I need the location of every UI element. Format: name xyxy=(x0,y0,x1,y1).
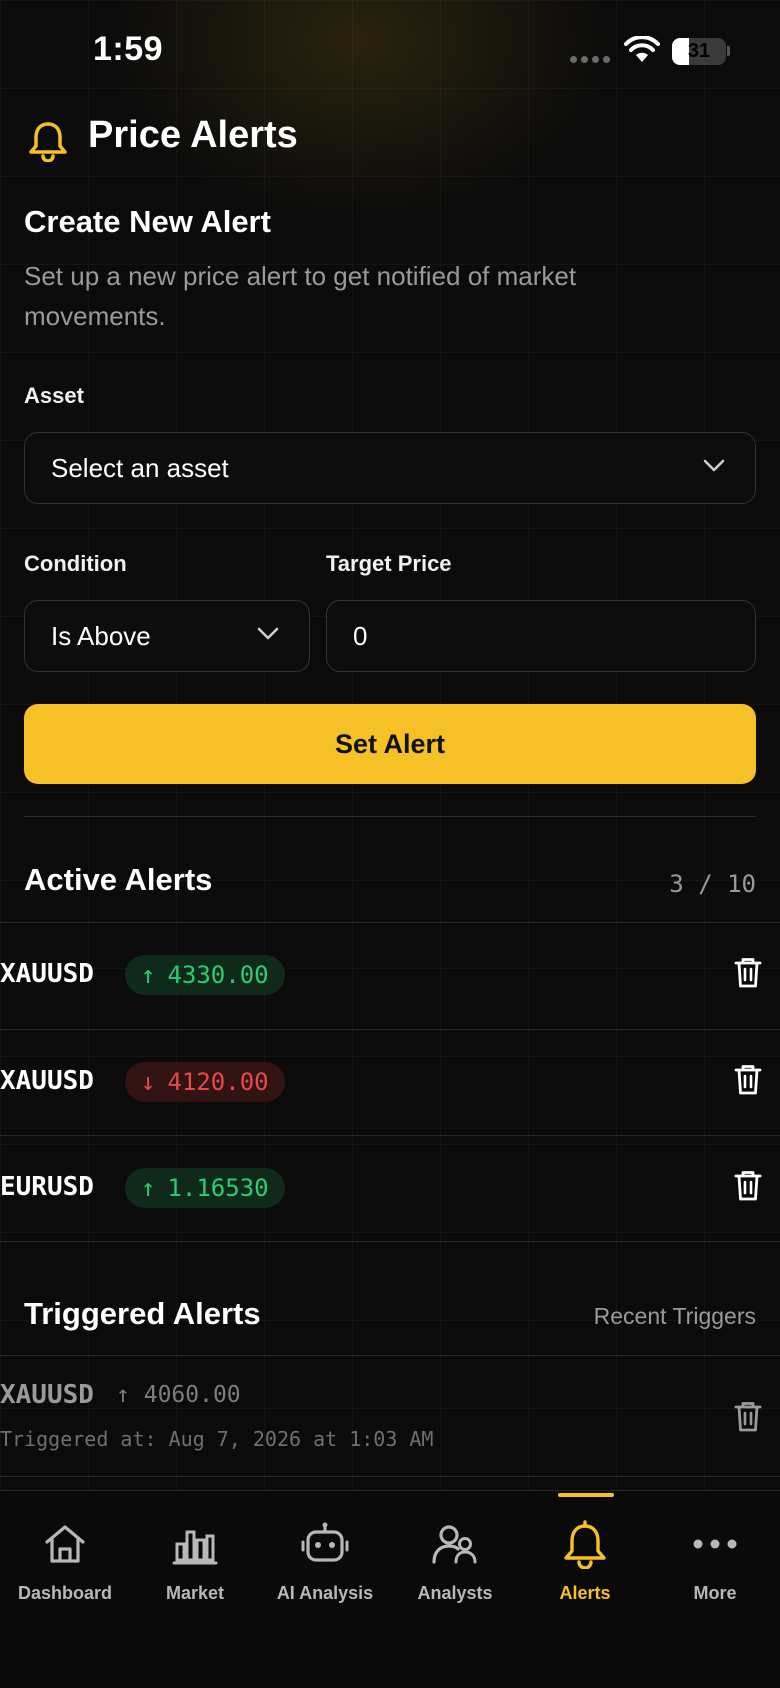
alert-price: 4120.00 xyxy=(167,1068,269,1096)
row-divider xyxy=(0,1355,780,1356)
alert-symbol: EURUSD xyxy=(0,1172,94,1202)
tab-label: AI Analysis xyxy=(276,1583,374,1603)
arrow-up-icon: ↑ xyxy=(116,1382,130,1408)
tab-ai-analysis[interactable]: AI Analysis xyxy=(260,1491,390,1631)
triggered-alerts-title: Triggered Alerts xyxy=(24,1296,261,1331)
chevron-down-icon xyxy=(257,627,279,640)
list-item: XAUUSD ↓ 4120.00 xyxy=(0,1030,780,1136)
alert-symbol: XAUUSD xyxy=(0,1066,94,1096)
list-item: XAUUSD ↑ 4330.00 xyxy=(0,923,780,1029)
condition-select-value: Is Above xyxy=(51,620,151,651)
active-alerts-title: Active Alerts xyxy=(24,862,213,897)
section-divider xyxy=(24,816,756,817)
bar-chart-icon xyxy=(172,1519,218,1569)
list-item: EURUSD ↑ 1.16530 xyxy=(0,1136,780,1242)
alert-price-badge: ↓ 4120.00 xyxy=(125,1062,285,1102)
tab-label: More xyxy=(693,1583,737,1603)
triggered-time: Triggered at: Aug 7, 2026 at 1:03 AM xyxy=(0,1427,434,1451)
target-price-input[interactable]: 0 xyxy=(326,600,756,672)
set-alert-button[interactable]: Set Alert xyxy=(24,704,756,784)
battery-tip xyxy=(727,46,730,56)
alert-price: 4330.00 xyxy=(167,961,269,989)
tab-dashboard[interactable]: Dashboard xyxy=(0,1491,130,1631)
asset-label: Asset xyxy=(24,383,84,408)
active-alerts-count: 3 / 10 xyxy=(669,870,756,898)
bottom-tab-bar: Dashboard Market AI Analysis Analysts Al… xyxy=(0,1490,780,1688)
asset-select-value: Select an asset xyxy=(51,452,229,483)
battery-level: 31 xyxy=(687,40,711,62)
triggered-price-value: ↑ 4060.00 xyxy=(116,1382,241,1408)
row-divider xyxy=(0,1241,780,1242)
create-alert-title: Create New Alert xyxy=(24,204,271,239)
chevron-down-icon xyxy=(703,459,725,472)
arrow-down-icon: ↓ xyxy=(141,1068,156,1096)
tab-label: Dashboard xyxy=(17,1583,113,1603)
delete-alert-button[interactable] xyxy=(734,1064,762,1096)
signal-dots-icon xyxy=(570,56,610,63)
tab-label: Market xyxy=(165,1583,225,1603)
page-title: Price Alerts xyxy=(88,114,298,156)
wifi-icon xyxy=(624,36,660,62)
tab-label: Analysts xyxy=(417,1583,493,1603)
tab-market[interactable]: Market xyxy=(130,1491,260,1631)
arrow-up-icon: ↑ xyxy=(141,1174,156,1202)
robot-icon xyxy=(301,1519,349,1569)
tab-label: Alerts xyxy=(559,1583,611,1603)
target-price-value: 0 xyxy=(353,620,368,651)
status-time: 1:59 xyxy=(93,30,164,68)
users-icon xyxy=(431,1519,479,1569)
asset-select[interactable]: Select an asset xyxy=(24,432,756,504)
screen: 1:59 31 Price Alerts Create New Alert Se… xyxy=(0,0,780,1688)
target-price-label: Target Price xyxy=(326,551,452,576)
bell-icon xyxy=(561,1519,609,1569)
alert-symbol: XAUUSD xyxy=(0,959,94,989)
bell-icon xyxy=(29,122,67,162)
alert-price-badge: ↑ 1.16530 xyxy=(125,1168,285,1208)
delete-alert-button[interactable] xyxy=(734,1170,762,1202)
row-divider xyxy=(0,1476,780,1477)
tab-analysts[interactable]: Analysts xyxy=(390,1491,520,1631)
tab-more[interactable]: More xyxy=(650,1491,780,1631)
alert-price: 1.16530 xyxy=(167,1174,269,1202)
condition-label: Condition xyxy=(24,551,127,576)
arrow-up-icon: ↑ xyxy=(141,961,156,989)
home-icon xyxy=(42,1519,88,1569)
delete-alert-button[interactable] xyxy=(734,957,762,989)
tab-alerts[interactable]: Alerts xyxy=(520,1491,650,1631)
more-icon xyxy=(692,1519,738,1569)
alert-price-badge: ↑ 4330.00 xyxy=(125,955,285,995)
battery-icon: 31 xyxy=(672,38,726,65)
triggered-price: 4060.00 xyxy=(143,1382,241,1408)
triggered-symbol: XAUUSD xyxy=(0,1380,94,1410)
delete-triggered-button[interactable] xyxy=(734,1401,762,1433)
condition-select[interactable]: Is Above xyxy=(24,600,310,672)
create-alert-description: Set up a new price alert to get notified… xyxy=(24,261,577,331)
recent-triggers-label: Recent Triggers xyxy=(593,1303,756,1329)
